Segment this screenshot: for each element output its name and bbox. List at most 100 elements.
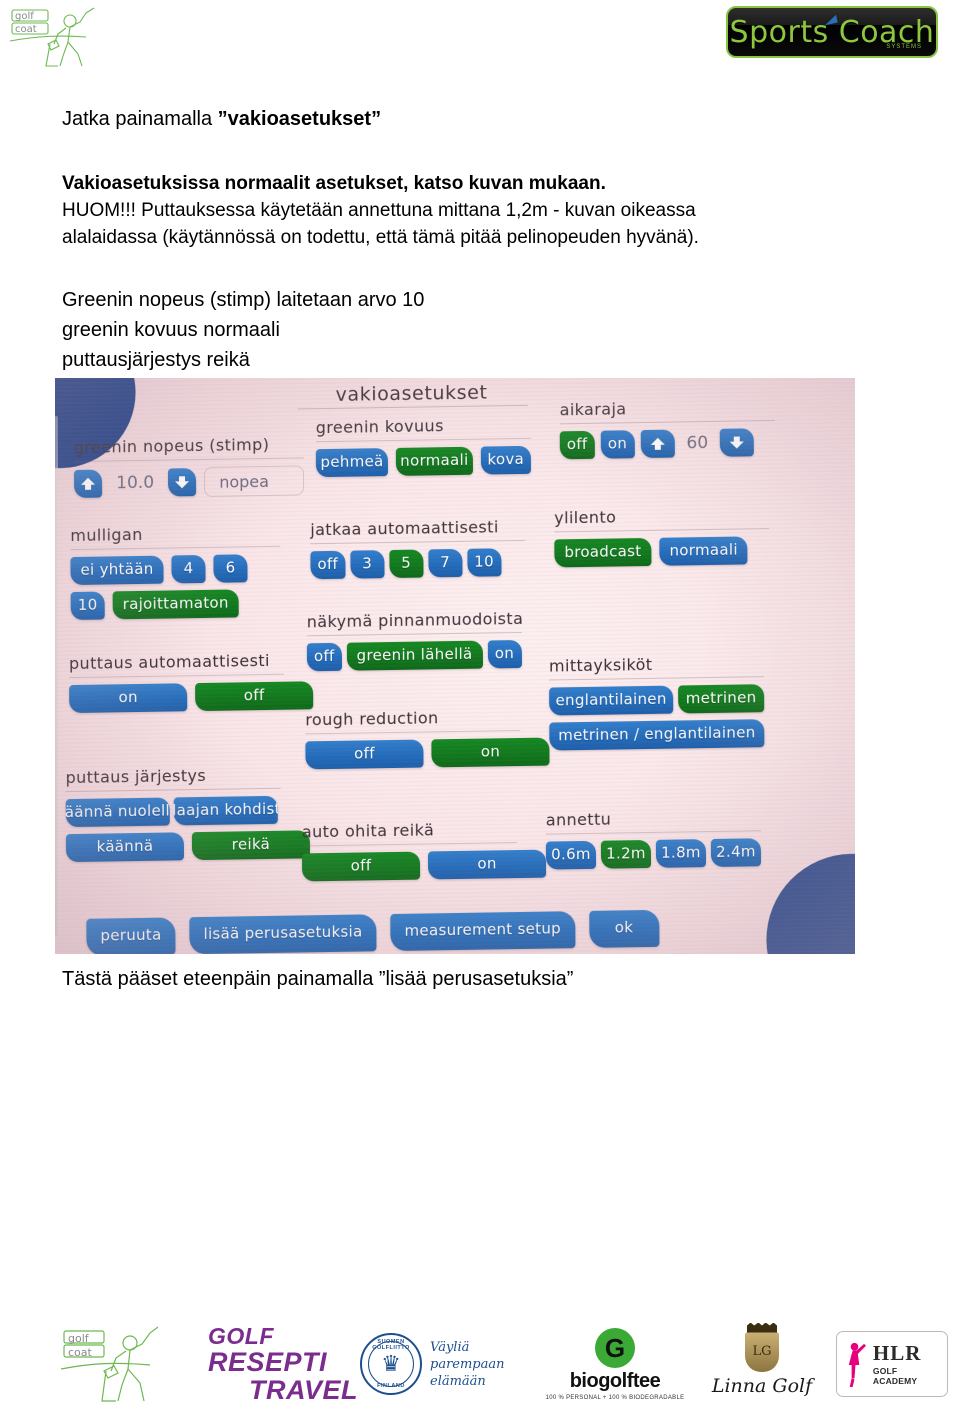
option-row: off on 60 [559,428,775,460]
stimp-readout-box: nopea [204,465,305,497]
option-jarjestys-reika[interactable]: reikä [191,830,311,861]
golfer-swing-icon: golf coat [9,7,95,67]
option-jatkaa-5[interactable]: 5 [389,549,424,579]
arrow-down-icon [175,476,190,489]
option-jarjestys-kaanna-nuolella[interactable]: käännä nuolella [65,797,170,828]
footer-golfcoat-line1: golf [68,1332,90,1345]
note-line-2: HUOM!!! Puttauksessa käytetään annettuna… [62,200,696,221]
footer-logo-suomen-golfliitto: SUOMEN GOLFLIITTO ♛ FINLAND Väyliä parem… [360,1312,540,1416]
group-divider [310,539,526,545]
option-jarjestys-kaanna[interactable]: käännä [65,832,185,863]
option-row: 10 rajoittamaton [70,589,281,621]
option-puttaus-auto-off[interactable]: off [195,681,314,712]
footer-logo-golf-resepti-travel: GOLF RESEPTI TRAVEL [208,1312,358,1416]
resepti-line-2: RESEPTI [208,1346,328,1377]
option-row: metrinen / englantilainen [549,719,765,751]
group-greenin-nopeus: greenin nopeus (stimp) 10.0 nopea [73,434,305,499]
sports-coach-logo: Sports Coach SYSTEMS [726,6,938,58]
cancel-button[interactable]: peruuta [86,917,176,954]
group-divider [301,842,517,847]
settings-list-item: greenin kovuus normaali [62,319,280,341]
option-jatkaa-3[interactable]: 3 [350,550,385,579]
option-row: off on [301,849,547,882]
stimp-speed-label: nopea [219,471,270,492]
option-annettu-1-2m[interactable]: 1.2m [600,839,652,869]
aikaraja-value: 60 [686,433,709,454]
option-ylilento-broadcast[interactable]: broadcast [554,537,652,568]
option-nakyma-greenin-lahella[interactable]: greenin lähellä [346,640,483,671]
group-label: jatkaa automaattisesti [310,517,499,540]
footer-logo-linna-golf: LG Linna Golf [692,1312,832,1416]
device-bezel-edge [55,416,61,937]
group-label: mittayksiköt [548,654,653,676]
option-jatkaa-10[interactable]: 10 [467,548,502,577]
option-kova[interactable]: kova [480,445,531,475]
crown-icon [747,1322,777,1333]
group-mittayksikot: mittayksiköt englantilainen metrinen met… [548,653,765,751]
ok-button[interactable]: ok [588,909,660,948]
linna-crest-icon: LG [745,1322,779,1372]
option-ylilento-normaali[interactable]: normaali [659,536,748,566]
option-annettu-1-8m[interactable]: 1.8m [655,839,707,868]
option-rough-on[interactable]: on [431,737,550,768]
option-row: englantilainen metrinen [549,684,765,716]
footer-logo-strip: golf coat GOLF RESEPTI TRAVEL SUOMEN GOL… [0,1312,960,1416]
svg-text:golf: golf [15,11,34,22]
option-aikaraja-on[interactable]: on [600,430,635,459]
lead-quoted-text: ”vakioasetukset” [217,108,382,130]
option-mulligan-6[interactable]: 6 [213,554,248,583]
group-mulligan: mulligan ei yhtään 4 6 10 rajoittamaton [70,523,281,621]
option-mulligan-4[interactable]: 4 [171,554,206,584]
crest-letters: LG [752,1344,772,1359]
note-bold-line: Vakioasetuksissa normaalit asetukset, ka… [62,173,606,194]
group-label: aikaraja [559,399,627,420]
option-jarjestys-pelaajan-kohdistus[interactable]: pelaajan kohdistus [173,795,278,826]
stimp-decrease-button[interactable] [168,468,197,497]
option-rough-off[interactable]: off [305,739,424,770]
document-body: Jatka painamalla ”vakioasetukset” Vakioa… [62,104,942,375]
stimp-value: 10.0 [116,472,155,494]
group-divider [554,528,770,533]
option-normaali[interactable]: normaali [396,446,473,476]
aikaraja-decrease-button[interactable] [720,428,755,457]
option-row: off greenin lähellä on [306,639,522,672]
hlr-subtext: GOLF ACADEMY [872,1365,918,1386]
option-ohita-on[interactable]: on [427,849,547,880]
footer-golfcoat-line2: coat [68,1346,93,1359]
option-nakyma-off[interactable]: off [306,642,342,672]
option-mulligan-rajoittamaton[interactable]: rajoittamaton [112,589,239,620]
option-jatkaa-off[interactable]: off [310,550,346,580]
option-unit-englantilainen[interactable]: englantilainen [549,685,674,716]
stimp-increase-button[interactable] [73,469,103,498]
more-settings-button[interactable]: lisää perusasetuksia [189,914,377,954]
linna-golf-wordmark: Linna Golf [711,1374,813,1397]
option-aikaraja-off[interactable]: off [559,430,595,460]
option-row: pehmeä normaali kova [315,445,531,478]
svg-text:coat: coat [15,24,37,35]
biogolftee-subtext: 100 % PERSONAL + 100 % BIODEGRADABLE [545,1394,685,1401]
settings-list: Greenin nopeus (stimp) laitetaan arvo 10… [62,285,942,375]
biogolftee-wordmark: biogolftee [569,1369,661,1392]
golfer-swing-icon: golf coat [60,1326,159,1402]
option-annettu-2-4m[interactable]: 2.4m [710,838,762,868]
female-golfer-icon [848,1342,867,1388]
screen-bottom-bar: peruuta lisää perusasetuksia measurement… [86,909,660,954]
measurement-setup-button[interactable]: measurement setup [390,911,576,952]
lead-line: Jatka painamalla ”vakioasetukset” [62,104,942,134]
option-unit-metrinen-englantilainen[interactable]: metrinen / englantilainen [549,719,765,751]
arrow-up-icon [650,437,665,450]
option-annettu-0-6m[interactable]: 0.6m [545,840,597,870]
option-pehmea[interactable]: pehmeä [315,448,389,478]
option-jatkaa-7[interactable]: 7 [428,548,463,578]
aikaraja-increase-button[interactable] [640,429,675,459]
option-unit-metrinen[interactable]: metrinen [677,684,765,714]
footer-logo-golf-coat: golf coat [58,1312,208,1416]
seal-bottom-text: FINLAND [377,1383,405,1389]
option-mulligan-ei-yhtaan[interactable]: ei yhtään [70,555,164,586]
option-puttaus-auto-on[interactable]: on [69,683,188,714]
option-nakyma-on[interactable]: on [487,639,522,669]
option-ohita-off[interactable]: off [301,851,421,882]
golfliitto-tagline: Väyliä parempaan elämään [430,1339,505,1390]
option-mulligan-10[interactable]: 10 [70,591,105,621]
device-screen-photo: vakioasetukset greenin nopeus (stimp) 10… [55,378,855,954]
